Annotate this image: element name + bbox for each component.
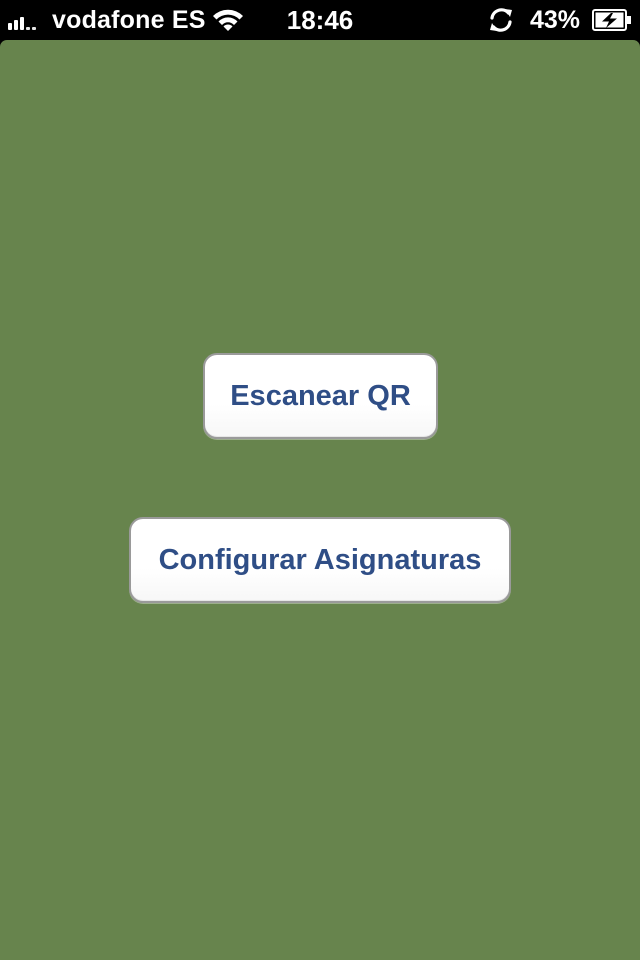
battery-charging-icon [592, 9, 631, 31]
status-bar: vodafone ES 18:46 43% [0, 0, 640, 40]
configure-subjects-button[interactable]: Configurar Asignaturas [129, 517, 511, 603]
sync-icon [490, 8, 512, 32]
scan-qr-button[interactable]: Escanear QR [203, 353, 438, 439]
main-screen: Escanear QR Configurar Asignaturas [0, 40, 640, 960]
battery-percent: 43% [530, 6, 581, 34]
